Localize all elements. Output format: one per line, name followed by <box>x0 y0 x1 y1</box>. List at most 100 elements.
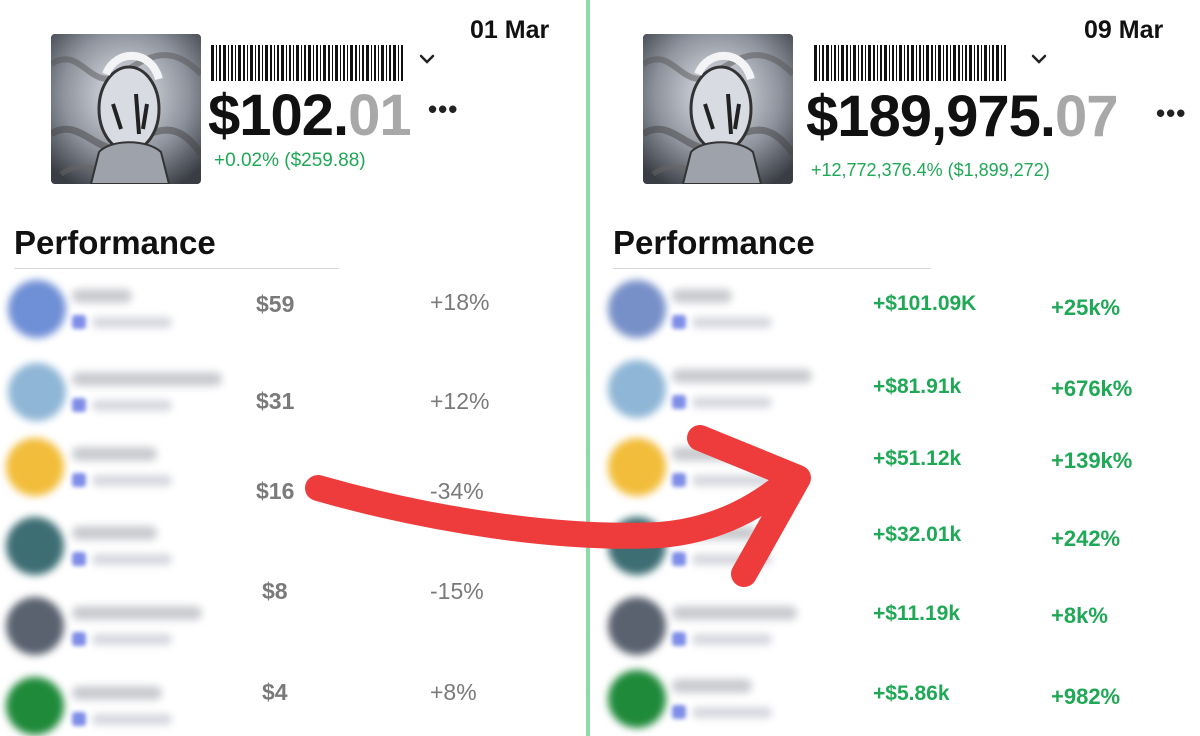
price-cents: 07 <box>1055 84 1119 149</box>
token-network <box>92 714 172 725</box>
list-item[interactable]: +$51.12k +139k% <box>590 433 1200 513</box>
list-item[interactable]: +$5.86k +982% <box>590 665 1200 736</box>
token-network <box>692 397 772 408</box>
token-network <box>692 317 772 328</box>
token-avatar <box>608 670 666 728</box>
nft-avatar[interactable] <box>51 34 201 184</box>
barcode-icon <box>814 45 1006 81</box>
token-name <box>672 526 757 540</box>
change-label: +12,772,376.4% ($1,899,272) <box>811 160 1050 180</box>
token-value: +$32.01k <box>873 523 962 546</box>
token-percent: +18% <box>430 289 490 315</box>
token-avatar <box>8 280 66 338</box>
token-percent: -34% <box>430 478 484 504</box>
ethereum-icon <box>72 398 86 412</box>
right-panel: 09 Mar $189,975.07 ••• +12,772,376.4% ($… <box>590 0 1200 736</box>
token-percent: +25k% <box>1051 295 1121 320</box>
token-value: +$101.09K <box>873 292 977 315</box>
token-network <box>692 634 772 645</box>
divider-line <box>14 268 339 269</box>
list-item[interactable]: $8 -15% <box>0 512 586 604</box>
token-avatar <box>608 438 666 496</box>
token-value: $16 <box>256 478 295 504</box>
list-item[interactable]: $4 +8% <box>0 592 586 705</box>
more-horizontal-icon[interactable]: ••• <box>1156 98 1186 129</box>
token-name <box>672 369 812 383</box>
token-network <box>692 707 772 718</box>
more-horizontal-icon[interactable]: ••• <box>428 94 458 125</box>
token-name <box>72 289 132 303</box>
token-percent: +982% <box>1051 684 1121 709</box>
nft-avatar[interactable] <box>643 34 793 184</box>
performance-title: Performance <box>14 224 216 261</box>
list-item[interactable]: +$11.19k +8k% <box>590 592 1200 672</box>
token-percent: +8k% <box>1051 603 1108 628</box>
list-item[interactable]: +$32.01k +242% <box>590 512 1200 592</box>
ethereum-icon <box>72 632 86 646</box>
list-item[interactable]: $16 -34% <box>0 433 586 513</box>
date-label: 01 Mar <box>470 16 550 44</box>
ethereum-icon <box>672 473 686 487</box>
barcode-icon <box>211 45 403 81</box>
token-percent: +242% <box>1051 526 1121 551</box>
token-name <box>72 606 202 620</box>
ethereum-icon <box>72 315 86 329</box>
token-name <box>72 372 222 386</box>
token-name <box>672 606 797 620</box>
ethereum-icon <box>72 473 86 487</box>
list-item[interactable]: +$101.09K +25k% <box>590 275 1200 355</box>
left-panel: 01 Mar $102.01 ••• +0.02% ($259.88) Perf… <box>0 0 586 736</box>
list-item[interactable]: +$81.91k +676k% <box>590 355 1200 435</box>
token-value: +$5.86k <box>873 682 950 705</box>
token-value: +$81.91k <box>873 375 962 398</box>
list-item[interactable]: $59 +18% <box>0 275 586 355</box>
token-avatar <box>608 517 666 575</box>
ethereum-icon <box>672 705 686 719</box>
chevron-down-icon[interactable] <box>1030 50 1048 73</box>
chevron-down-icon[interactable] <box>418 50 436 73</box>
token-percent: +12% <box>430 388 490 414</box>
token-avatar <box>608 360 666 418</box>
ethereum-icon <box>672 632 686 646</box>
token-network <box>692 554 772 565</box>
token-avatar <box>608 280 666 338</box>
token-avatar <box>6 438 64 496</box>
token-name <box>672 289 732 303</box>
token-name <box>72 526 157 540</box>
token-network <box>692 475 772 486</box>
token-value: +$11.19k <box>873 602 961 625</box>
performance-title: Performance <box>613 224 815 261</box>
token-network <box>92 554 172 565</box>
token-name <box>72 447 157 461</box>
token-avatar <box>6 677 64 735</box>
token-name <box>672 679 752 693</box>
divider-line <box>613 268 931 269</box>
token-name <box>72 686 162 700</box>
price-main: $102. <box>208 83 349 148</box>
price-cents: 01 <box>348 83 412 148</box>
portfolio-value: $189,975.07 <box>806 88 1119 146</box>
portfolio-value: $102.01 <box>208 87 412 145</box>
price-main: $189,975. <box>806 84 1056 149</box>
token-value: $59 <box>256 291 295 317</box>
token-network <box>92 475 172 486</box>
date-label: 09 Mar <box>1084 16 1164 44</box>
token-name <box>672 447 757 461</box>
token-value: $31 <box>256 388 295 414</box>
ethereum-icon <box>672 395 686 409</box>
token-avatar <box>608 597 666 655</box>
ethereum-icon <box>672 315 686 329</box>
token-avatar <box>6 517 64 575</box>
ethereum-icon <box>72 712 86 726</box>
token-avatar <box>8 363 66 421</box>
change-label: +0.02% ($259.88) <box>214 150 366 171</box>
token-percent: +139k% <box>1051 448 1133 473</box>
ethereum-icon <box>72 552 86 566</box>
list-item[interactable]: $31 +12% <box>0 360 586 440</box>
token-network <box>92 400 172 411</box>
token-percent: +676k% <box>1051 376 1133 401</box>
list-item[interactable] <box>0 672 586 736</box>
token-value: +$51.12k <box>873 447 962 470</box>
token-network <box>92 317 172 328</box>
ethereum-icon <box>672 552 686 566</box>
